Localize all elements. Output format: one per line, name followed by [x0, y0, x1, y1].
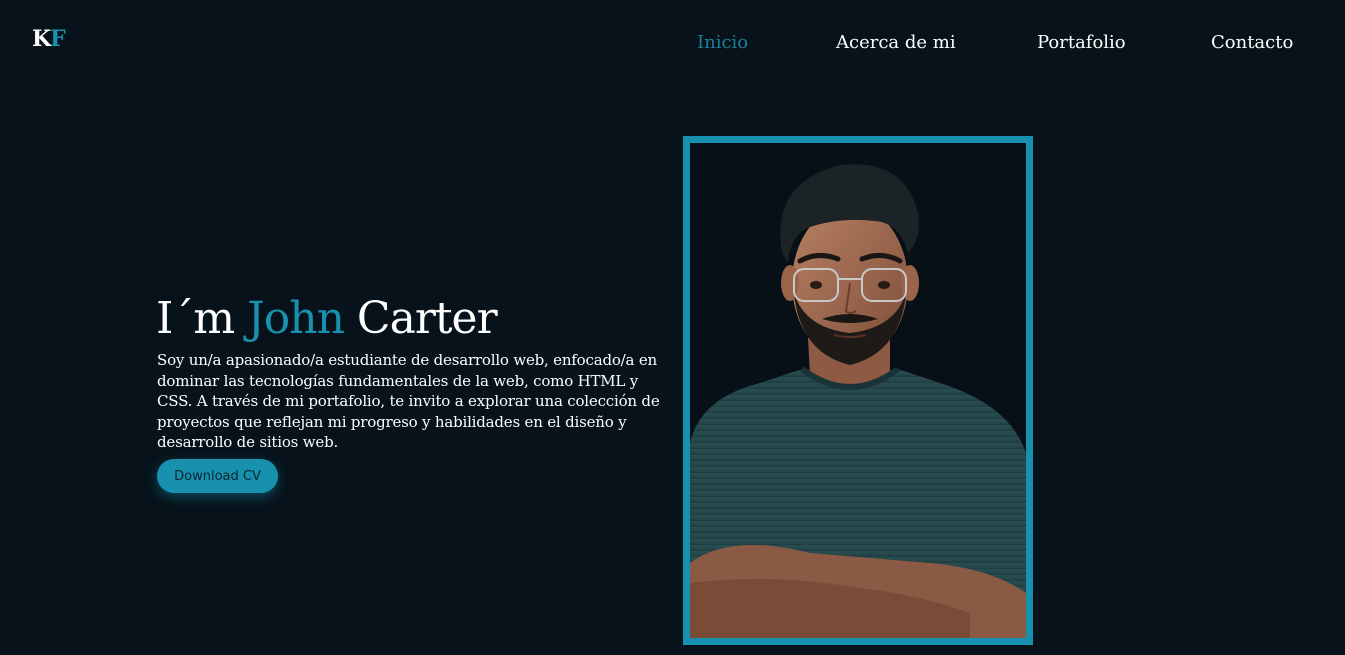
nav-item-inicio[interactable]: Inicio [697, 30, 748, 56]
logo-letter-f: F [50, 26, 66, 52]
logo[interactable]: KF [32, 26, 66, 52]
nav-item-contacto[interactable]: Contacto [1211, 30, 1293, 56]
nav-item-acerca-de-mi[interactable]: Acerca de mi [836, 30, 956, 56]
hero-title-name: John [247, 293, 345, 344]
profile-photo [690, 143, 1026, 638]
hero-title: I´m John Carter [156, 291, 498, 347]
hero-title-last: Carter [356, 293, 498, 344]
nav-item-portafolio[interactable]: Portafolio [1037, 30, 1126, 56]
download-cv-button[interactable]: Download CV [157, 459, 278, 493]
profile-photo-frame [683, 136, 1033, 645]
hero-description: Soy un/a apasionado/a estudiante de desa… [157, 351, 660, 451]
hero-title-prefix: I´m [156, 293, 235, 344]
logo-letter-k: K [32, 26, 51, 52]
